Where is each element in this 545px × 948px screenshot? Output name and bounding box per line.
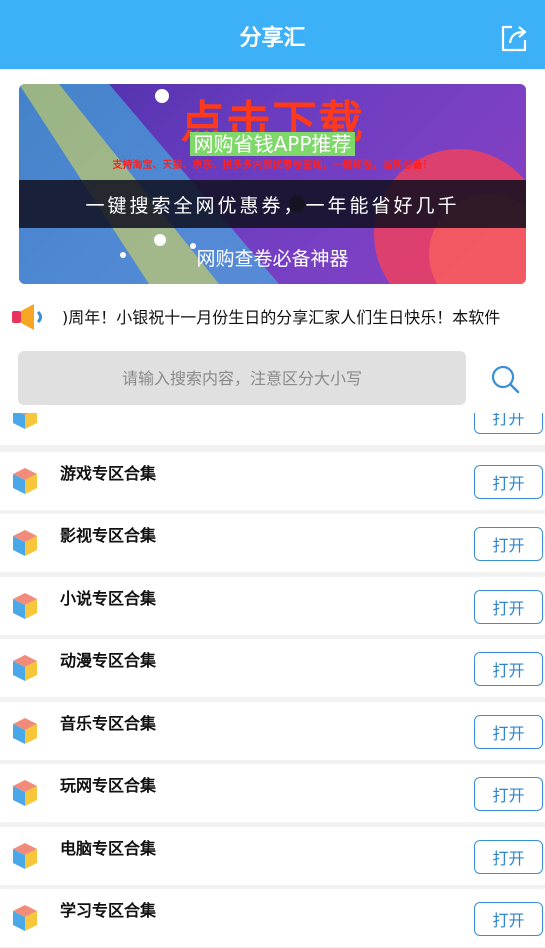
item-name: 学习专区合集 [60, 901, 157, 920]
list-item[interactable]: 小说专区合集 打开 [0, 577, 545, 635]
item-name: 动漫专区合集 [60, 651, 157, 670]
search-input[interactable] [18, 351, 466, 405]
open-button[interactable]: 打开 [474, 840, 543, 874]
list-item[interactable]: 动漫专区合集 打开 [0, 639, 545, 697]
open-button[interactable]: 打开 [474, 777, 543, 811]
banner-tagline: 网购查卷必备神器 [196, 248, 349, 270]
item-name: 小说专区合集 [60, 589, 157, 608]
search-bar [0, 341, 545, 413]
item-name: 影视专区合集 [60, 526, 157, 545]
banner-slogan: 一键搜索全网优惠券，一年能省好几千 [85, 195, 460, 217]
cube-icon [13, 655, 37, 681]
category-list: 打开 游戏专区合集 打开 影视专区合集 打开 小说专区合集 打开 动漫专区合集 … [0, 413, 545, 948]
cube-icon [13, 593, 37, 619]
cube-icon [13, 413, 37, 429]
item-name: 游戏专区合集 [60, 464, 157, 483]
search-icon[interactable] [489, 363, 521, 395]
open-button[interactable]: 打开 [474, 527, 543, 561]
open-button[interactable]: 打开 [474, 413, 543, 434]
banner-subtitle-text: 网购省钱APP推荐 [189, 132, 356, 156]
item-name: 电脑专区合集 [60, 839, 157, 858]
notice-text: )周年！小银祝十一月份生日的分享汇家人们生日快乐！本软件 [62, 308, 501, 327]
cube-icon [13, 905, 37, 931]
notice-bar[interactable]: )周年！小银祝十一月份生日的分享汇家人们生日快乐！本软件 [0, 291, 545, 341]
cube-icon [13, 843, 37, 869]
cube-icon [13, 468, 37, 494]
cube-icon [13, 530, 37, 556]
open-button[interactable]: 打开 [474, 902, 543, 936]
item-name: 玩网专区合集 [60, 776, 157, 795]
list-item[interactable]: 学习专区合集 打开 [0, 889, 545, 947]
list-item[interactable]: 电脑专区合集 打开 [0, 827, 545, 885]
open-button[interactable]: 打开 [474, 590, 543, 624]
page-title: 分享汇 [239, 26, 306, 51]
list-item[interactable]: 游戏专区合集 打开 [0, 452, 545, 510]
open-button[interactable]: 打开 [474, 652, 543, 686]
list-item[interactable]: 音乐专区合集 打开 [0, 702, 545, 760]
open-button[interactable]: 打开 [474, 715, 543, 749]
share-icon[interactable] [498, 22, 530, 54]
list-item[interactable]: 影视专区合集 打开 [0, 514, 545, 572]
top-bar: 分享汇 [0, 0, 545, 69]
banner-fine-print: 支持淘宝、天猫、京东、拼多多内部优惠卷查询，一键领卷，省钱必备！ [112, 160, 433, 171]
banner-subtitle: 网购省钱APP推荐 [19, 128, 526, 157]
speaker-icon [12, 304, 42, 330]
promo-banner[interactable]: 点击下载 网购省钱APP推荐 支持淘宝、天猫、京东、拼多多内部优惠卷查询，一键领… [19, 84, 526, 284]
item-name: 音乐专区合集 [60, 714, 157, 733]
cube-icon [13, 780, 37, 806]
open-button[interactable]: 打开 [474, 465, 543, 499]
list-item[interactable]: 玩网专区合集 打开 [0, 764, 545, 822]
cube-icon [13, 718, 37, 744]
banner-area: 点击下载 网购省钱APP推荐 支持淘宝、天猫、京东、拼多多内部优惠卷查询，一键领… [0, 69, 545, 291]
list-item-partial: 打开 [0, 413, 545, 445]
